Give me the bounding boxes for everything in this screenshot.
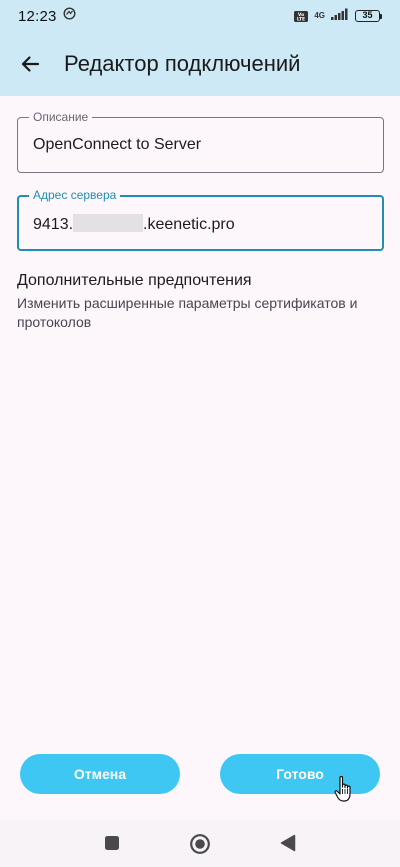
app-bar: Редактор подключений — [0, 32, 400, 96]
nav-back-button[interactable] — [278, 832, 298, 854]
description-label: Описание — [29, 110, 93, 124]
volte-icon: Vo LTE — [294, 10, 309, 22]
back-button[interactable] — [2, 36, 58, 92]
redacted-block — [73, 214, 144, 232]
done-button-label: Готово — [276, 766, 324, 782]
arrow-back-icon — [21, 56, 40, 72]
network-type: 4G — [314, 11, 325, 20]
server-address-value: 9413. .keenetic.pro — [33, 214, 235, 234]
status-time: 12:23 — [18, 7, 57, 25]
triangle-back-icon — [280, 834, 296, 852]
battery-level: 35 — [355, 10, 380, 22]
recents-button[interactable] — [102, 833, 122, 853]
hand-cursor-icon — [334, 775, 351, 802]
svg-text:LTE: LTE — [297, 16, 305, 22]
description-value: OpenConnect to Server — [33, 136, 202, 153]
done-button[interactable]: Готово — [220, 754, 380, 794]
cancel-button-label: Отмена — [73, 766, 127, 782]
advanced-preferences-item[interactable]: Дополнительные предпочтения Изменить рас… — [17, 270, 383, 332]
navigation-bar — [0, 820, 400, 867]
preferences-subtitle: Изменить расширенные параметры сертифика… — [17, 295, 358, 330]
preferences-title: Дополнительные предпочтения — [17, 272, 252, 289]
server-address-field[interactable]: Адрес сервера 9413. .keenetic.pro — [17, 188, 384, 251]
battery-icon: 35 — [355, 10, 382, 22]
circle-icon — [190, 834, 210, 854]
description-field[interactable]: Описание OpenConnect to Server — [17, 110, 384, 173]
server-address-suffix: .keenetic.pro — [143, 216, 235, 233]
square-icon — [105, 836, 119, 850]
page-title: Редактор подключений — [64, 51, 301, 76]
sync-icon — [63, 7, 76, 25]
status-bar: 12:23 Vo LTE 4G 35 — [0, 0, 400, 32]
signal-icon — [331, 7, 349, 25]
server-address-label: Адрес сервера — [29, 188, 121, 202]
cancel-button[interactable]: Отмена — [20, 754, 180, 794]
home-button[interactable] — [188, 832, 212, 856]
server-address-prefix: 9413. — [33, 216, 74, 233]
